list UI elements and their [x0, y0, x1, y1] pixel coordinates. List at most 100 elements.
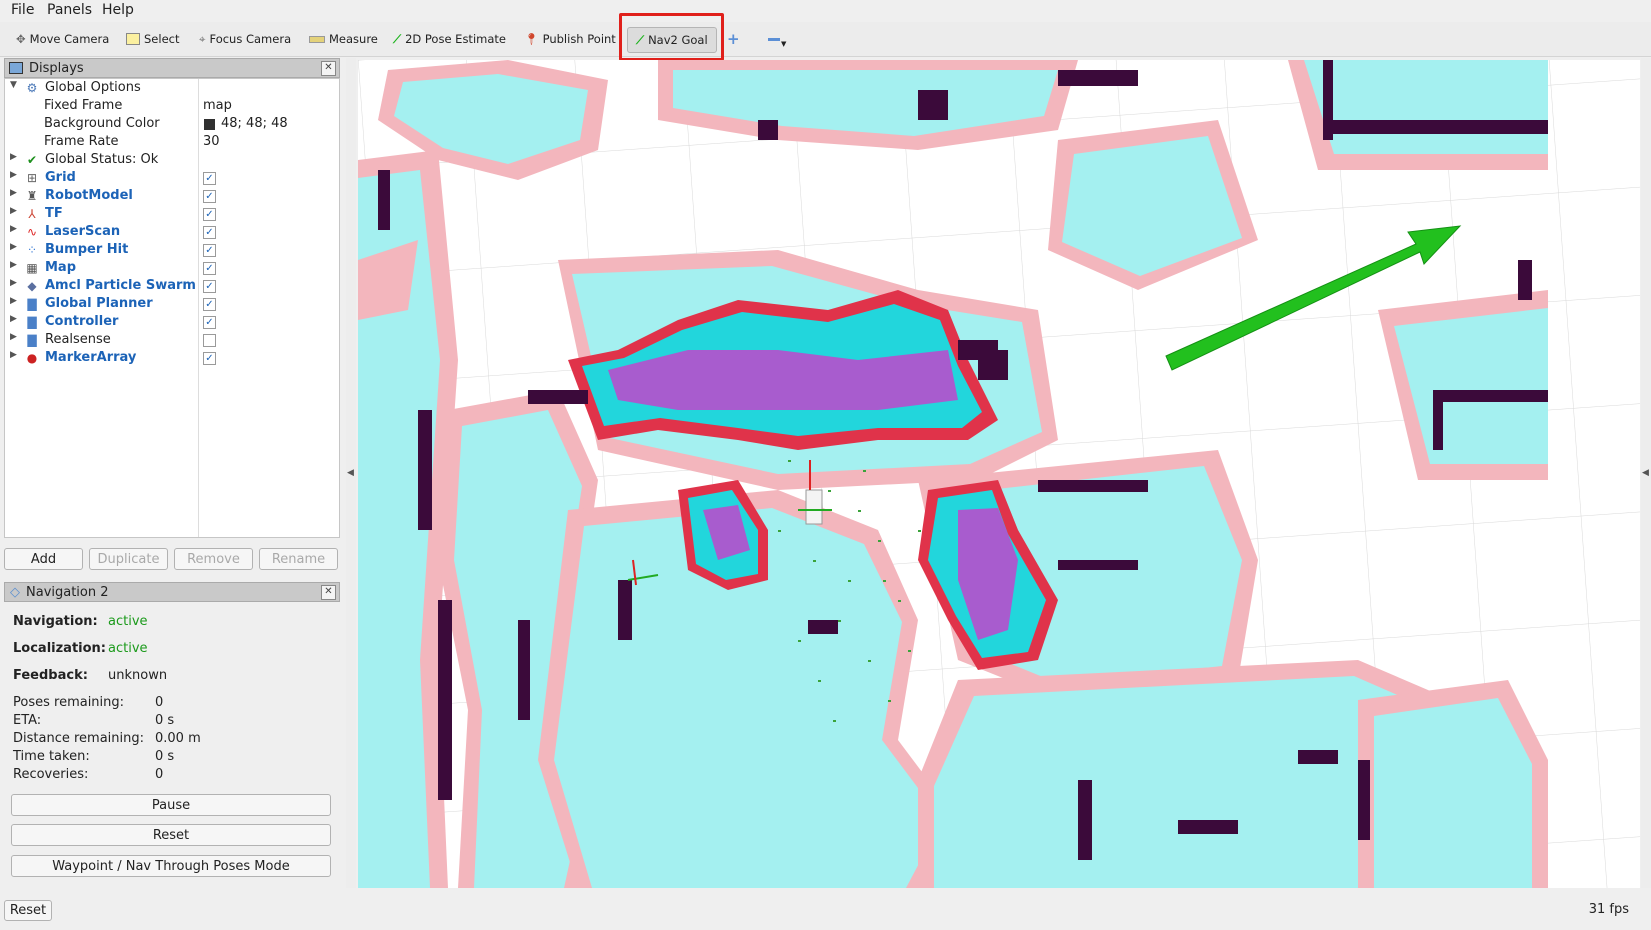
expand-arrow-icon[interactable]: ▶	[10, 242, 17, 252]
select-tool[interactable]: Select	[126, 28, 179, 50]
remove-button[interactable]: Remove	[174, 548, 253, 570]
map-checkbox[interactable]: ✓	[203, 262, 216, 275]
display-item-controller[interactable]: ▶ ▇ Controller ✓	[5, 314, 339, 331]
display-item-global-planner[interactable]: ▶ ▇ Global Planner ✓	[5, 296, 339, 313]
poses-remaining-value: 0	[155, 695, 164, 710]
obstacle	[1038, 480, 1148, 492]
move-camera-icon: ✥	[16, 32, 26, 46]
left-splitter[interactable]: ◀	[346, 58, 356, 888]
laserscan-checkbox[interactable]: ✓	[203, 226, 216, 239]
obstacle	[1078, 780, 1092, 860]
measure-tool[interactable]: Measure	[309, 28, 378, 50]
markerarray-checkbox[interactable]: ✓	[203, 352, 216, 365]
particle	[878, 540, 881, 542]
pause-button[interactable]: Pause	[11, 794, 331, 816]
background-color-value[interactable]: 48; 48; 48	[221, 116, 288, 131]
display-item-realsense[interactable]: ▶ ▇ Realsense	[5, 332, 339, 349]
obstacle	[808, 620, 838, 634]
menu-help[interactable]: Help	[102, 2, 134, 18]
expand-arrow-icon[interactable]: ▼	[10, 80, 17, 90]
fixed-frame-value[interactable]: map	[203, 98, 232, 113]
fixed-frame-row[interactable]: Fixed Frame map	[5, 98, 339, 115]
remove-tool-button[interactable]: ▼	[768, 28, 786, 50]
add-button[interactable]: Add	[4, 548, 83, 570]
waypoint-mode-button[interactable]: Waypoint / Nav Through Poses Mode	[11, 855, 331, 877]
bumper-hit-checkbox[interactable]: ✓	[203, 244, 216, 257]
obstacle	[1058, 70, 1138, 86]
expand-arrow-icon[interactable]: ▶	[10, 188, 17, 198]
collapse-left-icon[interactable]: ◀	[347, 468, 354, 478]
obstacle	[1323, 120, 1548, 134]
expand-arrow-icon[interactable]: ▶	[10, 170, 17, 180]
grid-checkbox[interactable]: ✓	[203, 172, 216, 185]
robotmodel-checkbox[interactable]: ✓	[203, 190, 216, 203]
frame-rate-row[interactable]: Frame Rate 30	[5, 134, 339, 151]
menu-file[interactable]: File	[11, 2, 34, 18]
display-item-tf[interactable]: ▶ ⅄ TF ✓	[5, 206, 339, 223]
focus-camera-tool[interactable]: ⌖ Focus Camera	[199, 28, 291, 50]
reset-time-button[interactable]: Reset	[4, 900, 52, 921]
rename-button[interactable]: Rename	[259, 548, 338, 570]
dropdown-arrow-icon: ▼	[781, 40, 787, 48]
expand-arrow-icon[interactable]: ▶	[10, 296, 17, 306]
background-color-row[interactable]: Background Color 48; 48; 48	[5, 116, 339, 133]
point-cloud-icon: ⁘	[26, 243, 38, 257]
expand-arrow-icon[interactable]: ▶	[10, 278, 17, 288]
particle	[863, 470, 866, 472]
expand-arrow-icon[interactable]: ▶	[10, 350, 17, 360]
color-swatch	[204, 119, 215, 130]
obstacle	[518, 620, 530, 720]
particle	[798, 640, 801, 642]
green-arrow-icon: ⟋	[393, 31, 402, 46]
menu-panels[interactable]: Panels	[47, 2, 92, 18]
global-planner-checkbox[interactable]: ✓	[203, 298, 216, 311]
map-pin-icon: 📍︎	[524, 32, 539, 46]
feedback-status: unknown	[108, 668, 168, 683]
global-options-row[interactable]: ▼ ⚙ Global Options	[5, 80, 339, 97]
costmap-canvas[interactable]	[358, 60, 1640, 888]
global-status-row[interactable]: ▶ ✔ Global Status: Ok	[5, 152, 339, 169]
obstacle	[918, 90, 948, 120]
select-icon	[126, 33, 140, 45]
publish-point-tool[interactable]: 📍︎ Publish Point	[524, 28, 616, 50]
expand-arrow-icon[interactable]: ▶	[10, 314, 17, 324]
duplicate-button[interactable]: Duplicate	[89, 548, 168, 570]
nav2-reset-button[interactable]: Reset	[11, 824, 331, 846]
particle	[788, 460, 791, 462]
close-icon[interactable]: ✕	[321, 61, 336, 76]
display-item-map[interactable]: ▶ ▦ Map ✓	[5, 260, 339, 277]
render-viewport[interactable]	[358, 60, 1640, 888]
particle	[833, 720, 836, 722]
grid-icon: ⊞	[26, 171, 38, 185]
nav2-panel: Navigation: active Localization: active …	[13, 614, 201, 782]
display-item-robotmodel[interactable]: ▶ ♜ RobotModel ✓	[5, 188, 339, 205]
display-item-grid[interactable]: ▶ ⊞ Grid ✓	[5, 170, 339, 187]
laser-icon: ∿	[26, 225, 38, 239]
expand-arrow-icon[interactable]: ▶	[10, 224, 17, 234]
display-item-laserscan[interactable]: ▶ ∿ LaserScan ✓	[5, 224, 339, 241]
right-splitter[interactable]: ◀	[1641, 58, 1651, 888]
expand-arrow-icon[interactable]: ▶	[10, 152, 17, 162]
display-item-markerarray[interactable]: ▶ ● MarkerArray ✓	[5, 350, 339, 367]
controller-checkbox[interactable]: ✓	[203, 316, 216, 329]
expand-arrow-icon[interactable]: ▶	[10, 206, 17, 216]
frame-rate-value[interactable]: 30	[203, 134, 220, 149]
realsense-checkbox[interactable]	[203, 334, 216, 347]
amcl-particle-swarm-checkbox[interactable]: ✓	[203, 280, 216, 293]
tf-checkbox[interactable]: ✓	[203, 208, 216, 221]
toolbar: ✥ Move Camera Select ⌖ Focus Camera Measur…	[0, 22, 1651, 57]
obstacle	[978, 350, 1008, 380]
pose-estimate-tool[interactable]: ⟋ 2D Pose Estimate	[393, 28, 506, 50]
particle	[883, 580, 886, 582]
add-tool-button[interactable]: +	[727, 28, 740, 50]
obstacle	[1178, 820, 1238, 834]
collapse-right-icon[interactable]: ◀	[1642, 468, 1649, 478]
expand-arrow-icon[interactable]: ▶	[10, 332, 17, 342]
folder-icon: ▇	[27, 315, 37, 329]
display-item-amcl-particle-swarm[interactable]: ▶ ◆ Amcl Particle Swarm ✓	[5, 278, 339, 295]
move-camera-tool[interactable]: ✥ Move Camera	[16, 28, 109, 50]
marker-icon: ●	[26, 351, 38, 365]
expand-arrow-icon[interactable]: ▶	[10, 260, 17, 270]
minus-icon	[768, 37, 780, 41]
display-item-bumper-hit[interactable]: ▶ ⁘ Bumper Hit ✓	[5, 242, 339, 259]
